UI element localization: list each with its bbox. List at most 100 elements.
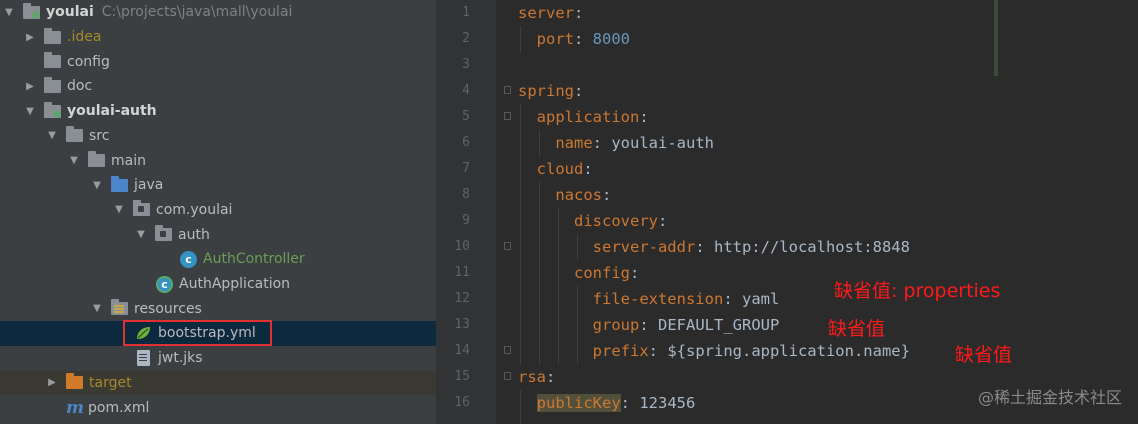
line-number: 16 xyxy=(454,395,470,410)
yaml-key: spring xyxy=(518,82,574,100)
fold-marker-icon[interactable] xyxy=(504,242,511,250)
chevron-right-icon[interactable]: ▶ xyxy=(24,74,36,98)
line-number: 15 xyxy=(454,369,470,384)
yaml-value: youlai-auth xyxy=(611,134,714,152)
tree-item-auth[interactable]: ▼ auth xyxy=(0,222,436,247)
file-icon xyxy=(137,350,150,367)
yaml-punct: : xyxy=(639,108,649,126)
maven-icon: m xyxy=(66,397,84,418)
tree-item-target[interactable]: ▶ target xyxy=(0,370,436,396)
tree-item-label: main xyxy=(111,152,146,169)
code-line: port: 8000 xyxy=(518,26,630,52)
fold-marker-icon[interactable] xyxy=(504,372,511,380)
code-line: application: xyxy=(518,104,649,130)
tree-item-resources[interactable]: ▼ resources xyxy=(0,296,436,321)
tree-item-label: doc xyxy=(67,78,93,95)
tree-item-jwt-jks[interactable]: jwt.jks xyxy=(0,346,436,371)
line-number: 12 xyxy=(454,291,470,306)
excluded-folder-icon xyxy=(66,373,83,390)
tree-item-com-youlai[interactable]: ▼ com.youlai xyxy=(0,198,436,223)
chevron-down-icon[interactable]: ▼ xyxy=(135,223,147,247)
line-number: 5 xyxy=(462,109,470,124)
package-icon xyxy=(133,200,150,217)
yaml-key-highlighted: publicKey xyxy=(536,394,621,412)
tree-item-label: auth xyxy=(178,226,210,243)
yaml-value: yaml xyxy=(741,290,780,308)
tree-item-label: youlai-auth xyxy=(67,103,157,120)
code-line: config: xyxy=(518,260,639,286)
fold-strip xyxy=(496,0,998,424)
yaml-key: discovery xyxy=(574,212,658,230)
yaml-punct: : xyxy=(574,4,584,22)
line-number-gutter: 1 2 3 4 5 6 7 8 9 10 11 12 13 14 15 16 xyxy=(436,0,496,424)
line-number: 8 xyxy=(462,187,470,202)
folder-icon xyxy=(44,76,61,93)
yaml-key: file-extension xyxy=(592,290,724,308)
resources-folder-icon xyxy=(111,299,128,316)
code-line: file-extension: yaml xyxy=(518,286,780,312)
code-line: group: DEFAULT_GROUP xyxy=(518,312,780,338)
chevron-right-icon[interactable]: ▶ xyxy=(46,371,58,395)
tree-item-label: youlai xyxy=(46,4,94,21)
fold-marker-icon[interactable] xyxy=(504,112,511,120)
code-line: cloud: xyxy=(518,156,593,182)
default-value-note-group: 缺省值 xyxy=(828,318,886,340)
default-value-note-prefix: 缺省值 xyxy=(955,344,1013,366)
tree-item-java[interactable]: ▼ java xyxy=(0,173,436,198)
line-number: 13 xyxy=(454,317,470,332)
fold-marker-icon[interactable] xyxy=(504,86,511,94)
tree-item-auth-application[interactable]: c AuthApplication xyxy=(0,272,436,297)
tree-item-label: target xyxy=(89,374,132,391)
line-number: 4 xyxy=(462,83,470,98)
tree-item-label: com.youlai xyxy=(156,201,233,218)
project-tree-panel: ▼ youlai C:\projects\java\mall\youlai ▶ … xyxy=(0,0,436,424)
package-icon xyxy=(155,225,172,242)
yaml-punct: : xyxy=(602,186,612,204)
highlight-box xyxy=(123,320,272,346)
chevron-down-icon[interactable]: ▼ xyxy=(91,297,103,321)
tree-item-config[interactable]: config xyxy=(0,49,436,74)
chevron-down-icon[interactable]: ▼ xyxy=(46,124,58,148)
watermark: @稀土掘金技术社区 xyxy=(977,388,1122,407)
code-editor[interactable]: server: port: 8000 spring: application: … xyxy=(514,0,1138,424)
chevron-right-icon[interactable]: ▶ xyxy=(24,25,36,49)
chevron-down-icon[interactable]: ▼ xyxy=(113,198,125,222)
yaml-punct: : xyxy=(695,238,714,256)
tree-item-src[interactable]: ▼ src xyxy=(0,124,436,149)
class-icon: c xyxy=(180,250,197,268)
yaml-key: prefix xyxy=(592,342,649,360)
tree-item-youlai-auth[interactable]: ▼ youlai-auth xyxy=(0,99,436,124)
spring-boot-class-icon: c xyxy=(156,275,173,293)
yaml-key: port xyxy=(536,30,574,48)
tree-item-main[interactable]: ▼ main xyxy=(0,148,436,173)
tree-item-idea[interactable]: ▶ .idea xyxy=(0,25,436,50)
yaml-key: server-addr xyxy=(592,238,696,256)
yaml-value: 123456 xyxy=(639,394,696,412)
yaml-key: server xyxy=(518,4,574,22)
yaml-punct: : xyxy=(639,316,658,334)
line-number: 3 xyxy=(462,57,470,72)
chevron-down-icon[interactable]: ▼ xyxy=(24,99,36,123)
line-number: 11 xyxy=(454,265,470,280)
chevron-down-icon[interactable]: ▼ xyxy=(3,0,15,24)
fold-marker-icon[interactable] xyxy=(504,346,511,354)
folder-icon xyxy=(44,27,61,44)
folder-icon xyxy=(44,52,61,69)
tree-item-doc[interactable]: ▶ doc xyxy=(0,74,436,99)
yaml-punct: : xyxy=(583,160,593,178)
tree-item-youlai[interactable]: ▼ youlai C:\projects\java\mall\youlai xyxy=(0,0,436,25)
yaml-key: nacos xyxy=(555,186,602,204)
yaml-key: cloud xyxy=(536,160,584,178)
chevron-down-icon[interactable]: ▼ xyxy=(91,173,103,197)
chevron-down-icon[interactable]: ▼ xyxy=(68,149,80,173)
line-number: 14 xyxy=(454,343,470,358)
code-line: server: xyxy=(518,0,583,26)
yaml-value: 8000 xyxy=(592,30,630,48)
project-path: C:\projects\java\mall\youlai xyxy=(101,4,293,21)
folder-icon xyxy=(66,126,83,143)
tree-item-pom-xml[interactable]: m pom.xml xyxy=(0,395,436,420)
tree-item-label: java xyxy=(134,177,164,194)
module-folder-icon xyxy=(23,2,40,19)
tree-item-label: resources xyxy=(134,300,202,317)
tree-item-auth-controller[interactable]: c AuthController xyxy=(0,247,436,272)
